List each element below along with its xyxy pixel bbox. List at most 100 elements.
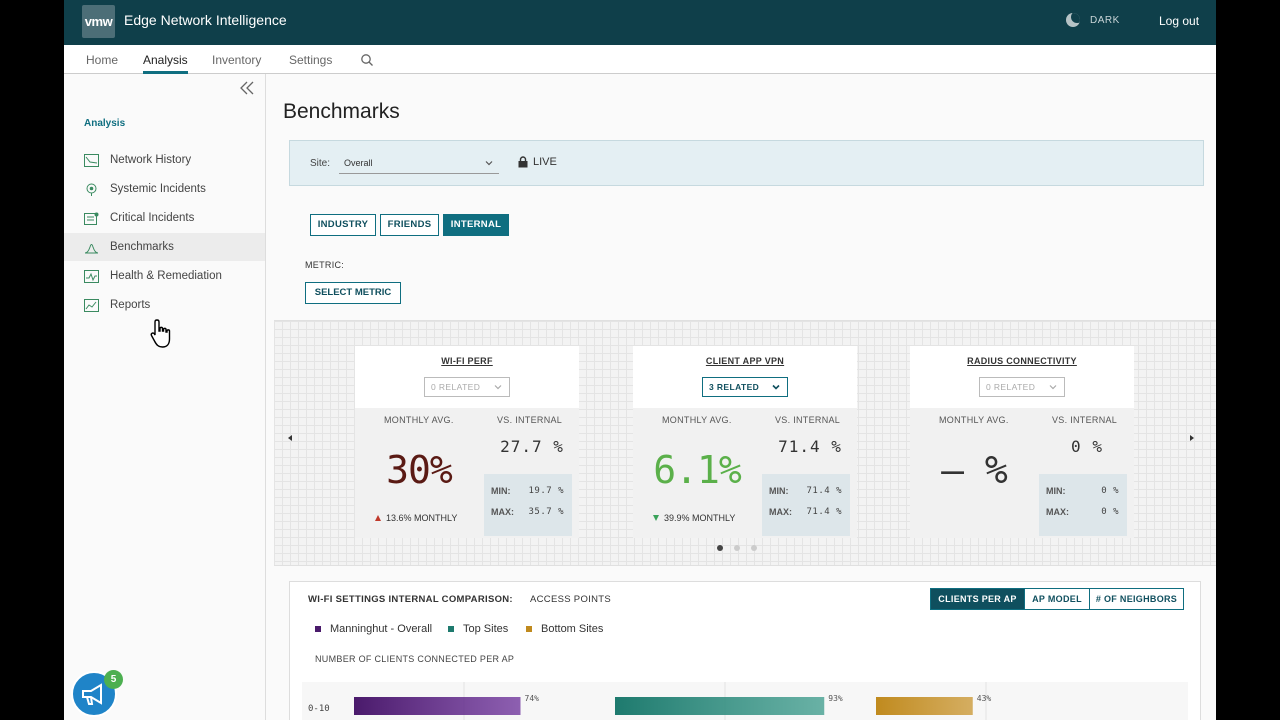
tab-home[interactable]: Home (86, 53, 118, 67)
sidebar-item-network-history[interactable]: Network History (64, 146, 265, 174)
sidebar-item-label: Systemic Incidents (110, 183, 206, 195)
chevron-down-icon (485, 161, 493, 166)
page-title: Benchmarks (283, 100, 400, 123)
max-label: MAX: (491, 507, 514, 517)
moon-icon (1066, 13, 1080, 27)
tab-ap-model[interactable]: AP MODEL (1024, 588, 1090, 610)
sidebar-item-systemic-incidents[interactable]: Systemic Incidents (64, 175, 265, 203)
sidebar-item-label: Critical Incidents (110, 212, 195, 224)
legend-item: Top Sites (448, 623, 508, 635)
tab-inventory[interactable]: Inventory (212, 53, 261, 67)
dark-mode-toggle[interactable]: DARK (1066, 13, 1120, 27)
card-title[interactable]: CLIENT APP VPN (633, 356, 857, 366)
min-label: MIN: (1046, 486, 1066, 496)
tab-internal[interactable]: INTERNAL (443, 214, 509, 236)
min-label: MIN: (769, 486, 789, 496)
site-label: Site: (310, 158, 331, 169)
carousel-dot-3[interactable] (751, 545, 757, 551)
vs-value: 0 % (1071, 437, 1103, 456)
sidebar-item-reports[interactable]: Reports (64, 291, 265, 319)
bar-value-label: 74% (525, 694, 540, 703)
benchmark-card-radius-connectivity: RADIUS CONNECTIVITY 0 RELATED MONTHLY AV… (910, 346, 1134, 538)
tab-settings[interactable]: Settings (289, 53, 332, 67)
card-title[interactable]: WI-FI PERF (355, 356, 579, 366)
trend-up-icon (375, 515, 381, 521)
dark-mode-label: DARK (1090, 14, 1120, 26)
carousel-prev-icon[interactable] (288, 435, 292, 441)
benchmarks-icon (84, 243, 99, 253)
legend-swatch (526, 626, 532, 632)
related-label: 0 RELATED (431, 382, 481, 392)
site-select-value: Overall (344, 158, 373, 168)
hand-cursor-icon (150, 319, 171, 348)
monthly-avg-value: 30% (386, 448, 453, 492)
sidebar-item-label: Health & Remediation (110, 270, 222, 282)
min-value: 19.7 % (528, 486, 564, 496)
network-history-icon (84, 153, 99, 167)
carousel-dot-1[interactable] (717, 545, 723, 551)
legend-label: Top Sites (463, 623, 509, 635)
min-label: MIN: (491, 486, 511, 496)
tab-num-neighbors[interactable]: # OF NEIGHBORS (1089, 588, 1184, 610)
lock-icon (518, 156, 528, 168)
search-icon[interactable] (360, 53, 374, 67)
tab-friends[interactable]: FRIENDS (380, 214, 439, 236)
card-title[interactable]: RADIUS CONNECTIVITY (910, 356, 1134, 366)
chart-axis-title: NUMBER OF CLIENTS CONNECTED PER AP (315, 654, 515, 664)
max-label: MAX: (769, 507, 792, 517)
clients-per-ap-chart: 0-10 74% 93% 43% (302, 682, 1188, 720)
trend-text: 13.6% MONTHLY (386, 513, 458, 523)
wifi-settings-comparison-panel: WI-FI SETTINGS INTERNAL COMPARISON: ACCE… (289, 581, 1201, 720)
legend-label: Bottom Sites (541, 623, 604, 635)
max-value: 0 % (1101, 507, 1119, 517)
chevron-down-icon (772, 384, 780, 390)
chevron-down-icon (1049, 385, 1057, 390)
benchmark-carousel: WI-FI PERF 0 RELATED MONTHLY AVG. VS. IN… (274, 320, 1216, 566)
carousel-next-icon[interactable] (1190, 435, 1194, 441)
related-dropdown[interactable]: 0 RELATED (424, 377, 510, 397)
health-remediation-icon (84, 269, 99, 283)
sidebar-item-health-remediation[interactable]: Health & Remediation (64, 262, 265, 290)
vs-label: VS. INTERNAL (1052, 415, 1118, 425)
live-label: LIVE (533, 156, 557, 168)
sidebar-item-label: Network History (110, 154, 192, 166)
max-value: 71.4 % (806, 507, 842, 517)
logout-link[interactable]: Log out (1159, 14, 1199, 28)
tab-industry[interactable]: INDUSTRY (310, 214, 376, 236)
main-content: Benchmarks Site: Overall LIVE INDUSTRY F… (266, 74, 1216, 720)
select-metric-button[interactable]: SELECT METRIC (305, 282, 401, 304)
live-indicator: LIVE (518, 156, 557, 168)
legend-label: Manninghut - Overall (330, 623, 433, 635)
tab-clients-per-ap[interactable]: CLIENTS PER AP (930, 588, 1025, 610)
monthly-trend: 39.9% MONTHLY (653, 513, 735, 523)
site-filter-panel: Site: Overall LIVE (289, 140, 1204, 186)
comparison-subtitle: ACCESS POINTS (530, 594, 611, 605)
related-dropdown[interactable]: 3 RELATED (702, 377, 788, 397)
notification-count-badge: 5 (104, 670, 123, 689)
sidebar-item-critical-incidents[interactable]: Critical Incidents (64, 204, 265, 232)
tab-analysis[interactable]: Analysis (143, 53, 188, 74)
monthly-avg-label: MONTHLY AVG. (384, 415, 454, 425)
legend-swatch (315, 626, 321, 632)
related-dropdown[interactable]: 0 RELATED (979, 377, 1065, 397)
site-select[interactable]: Overall (339, 154, 499, 174)
related-label: 0 RELATED (986, 382, 1036, 392)
min-max-box: MIN: 0 % MAX: 0 % (1039, 474, 1127, 536)
monthly-avg-label: MONTHLY AVG. (939, 415, 1009, 425)
bar-value-label: 93% (828, 694, 843, 703)
carousel-dot-2[interactable] (734, 545, 740, 551)
collapse-sidebar-icon[interactable] (237, 80, 257, 96)
vmw-logo: vmw (82, 5, 115, 38)
bar-bottom-sites (876, 697, 973, 715)
bar-top-sites (615, 697, 825, 715)
monthly-avg-value: – % (941, 448, 1008, 492)
app-window: vmw Edge Network Intelligence DARK Log o… (64, 0, 1216, 720)
sidebar-item-benchmarks[interactable]: Benchmarks (64, 233, 265, 261)
metric-label: METRIC: (305, 260, 345, 270)
trend-text: 39.9% MONTHLY (664, 513, 736, 523)
top-header: vmw Edge Network Intelligence DARK Log o… (64, 0, 1216, 45)
chevron-down-icon (494, 385, 502, 390)
monthly-trend: 13.6% MONTHLY (375, 513, 457, 523)
min-max-box: MIN: 71.4 % MAX: 71.4 % (762, 474, 850, 536)
min-value: 71.4 % (806, 486, 842, 496)
